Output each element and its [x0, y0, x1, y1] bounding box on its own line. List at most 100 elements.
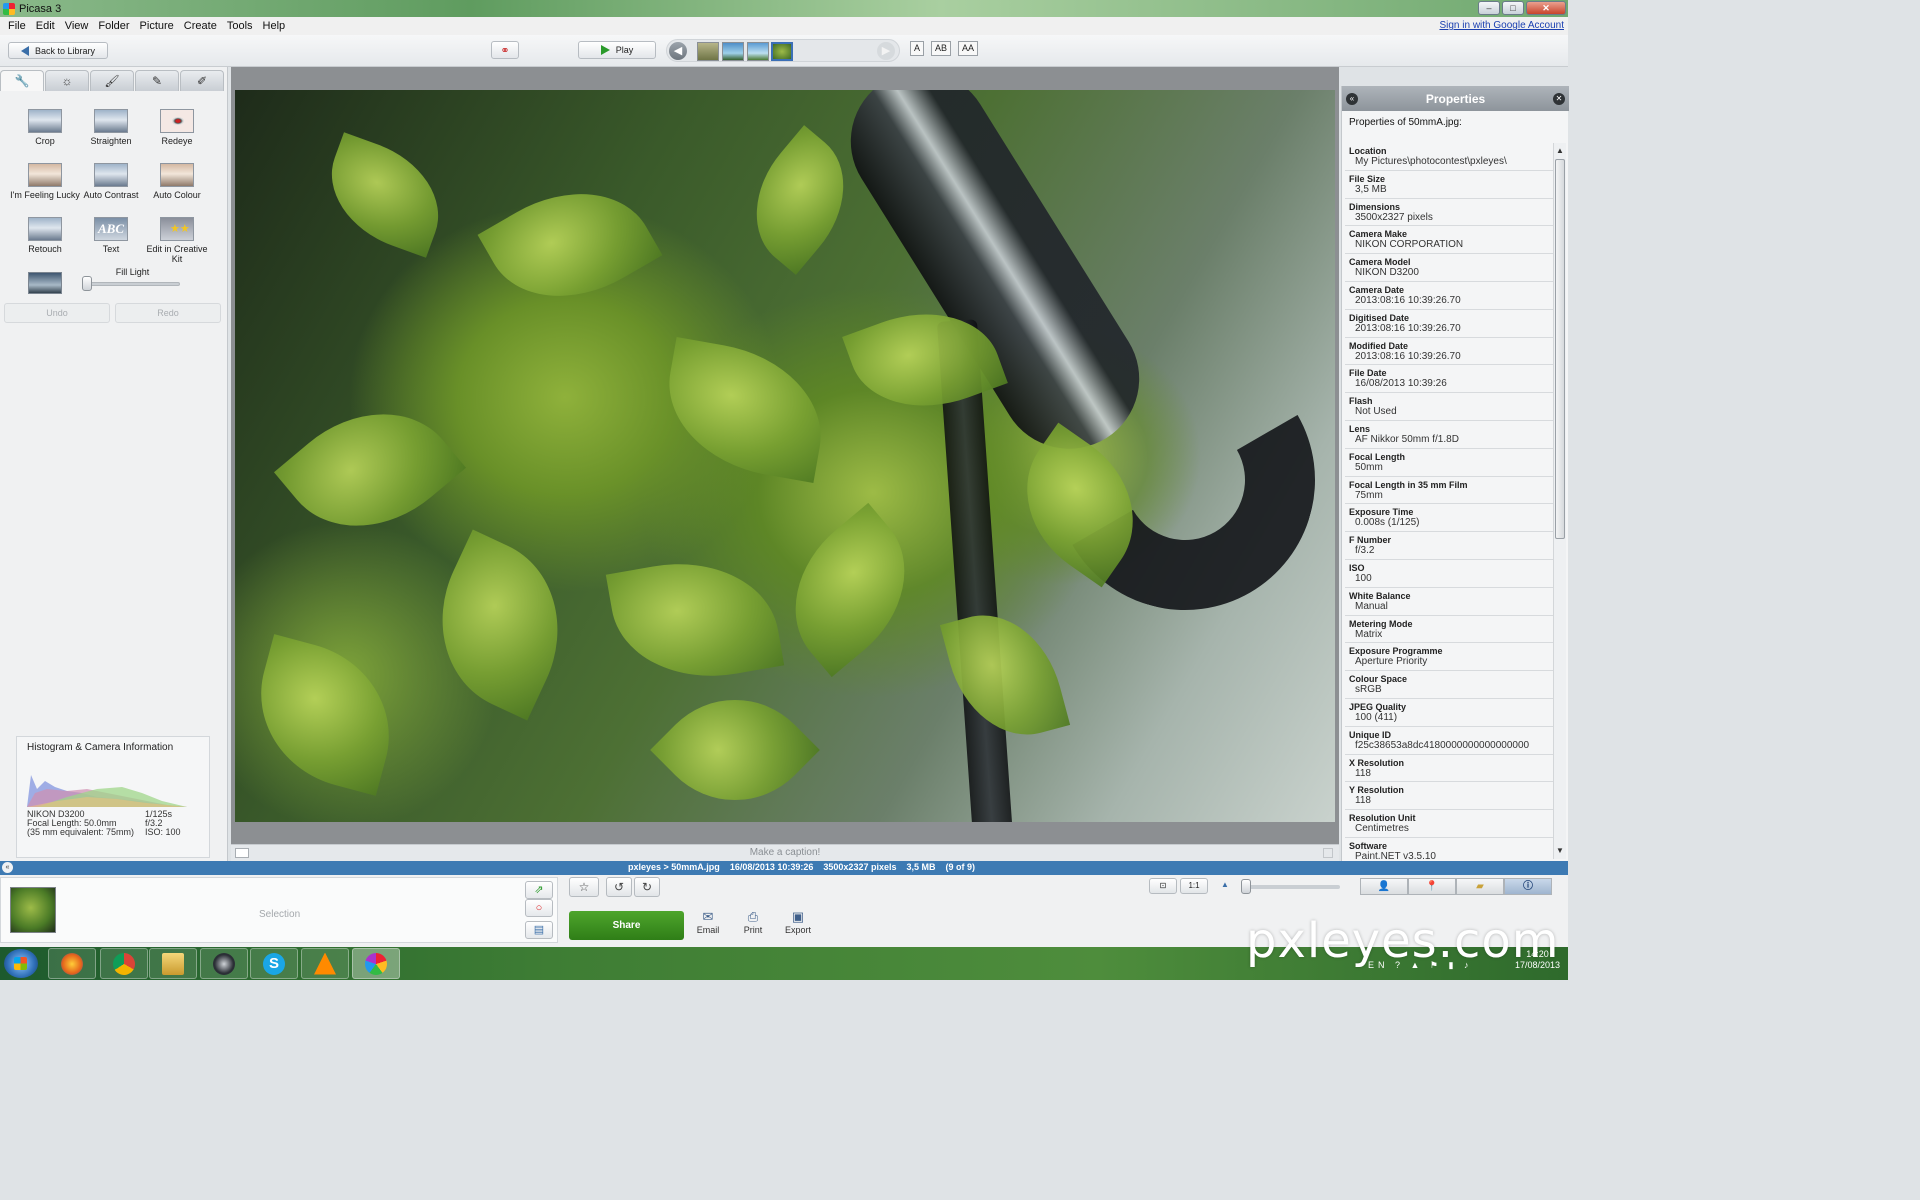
menu-file[interactable]: File [3, 20, 31, 32]
close-panel-icon[interactable]: ✕ [1553, 93, 1565, 105]
taskbar-steam[interactable] [200, 948, 248, 979]
3d-glasses-button[interactable]: ⚭ [491, 41, 519, 59]
picasa-icon [3, 2, 15, 15]
taskbar-chrome[interactable] [100, 948, 148, 979]
rotate-right-button[interactable]: ↻ [634, 877, 660, 897]
wrench-icon: 🔧 [14, 74, 30, 88]
filmstrip-thumb[interactable] [697, 42, 719, 61]
straighten-tool[interactable]: Straighten [76, 109, 146, 146]
filmstrip-thumb[interactable] [722, 42, 744, 61]
crop-tool[interactable]: Crop [10, 109, 80, 146]
places-tab[interactable]: 📍 [1408, 878, 1456, 895]
maximize-button[interactable]: □ [1502, 1, 1524, 15]
sign-in-link[interactable]: Sign in with Google Account [1439, 20, 1564, 31]
print-icon: ⎙ [747, 909, 759, 924]
property-value: 0.008s (1/125) [1355, 517, 1420, 529]
hold-pin-button[interactable]: ⇗ [525, 881, 553, 899]
properties-tab[interactable]: ⓘ [1504, 878, 1552, 895]
menu-create[interactable]: Create [179, 20, 222, 32]
zoom-icon: ▲ [1221, 880, 1229, 889]
caption-mode-aa[interactable]: AA [958, 41, 979, 56]
tags-tab[interactable]: ▰ [1456, 878, 1504, 895]
main-photo[interactable] [235, 90, 1335, 822]
taskbar-firefox[interactable] [48, 948, 96, 979]
property-label: Exposure Programme [1349, 646, 1443, 657]
property-value: Paint.NET v3.5.10 [1355, 850, 1436, 861]
photo-leaf [761, 502, 939, 678]
previous-photo-button[interactable]: ◀ [669, 42, 687, 60]
effects-tab-3[interactable]: ✐ [180, 70, 224, 91]
map-pin-icon: 📍 [1425, 881, 1439, 892]
taskbar-vlc[interactable] [301, 948, 349, 979]
scroll-down-icon[interactable]: ▼ [1554, 845, 1566, 857]
taskbar-picasa[interactable] [352, 948, 400, 979]
taskbar-explorer[interactable] [149, 948, 197, 979]
property-value: sRGB [1355, 684, 1382, 696]
menu-edit[interactable]: Edit [31, 20, 60, 32]
vlc-icon [314, 952, 336, 975]
retouch-tool[interactable]: Retouch [10, 217, 80, 254]
property-label: Y Resolution [1349, 785, 1404, 796]
histogram-title: Histogram & Camera Information [27, 742, 174, 753]
next-photo-button[interactable]: ▶ [877, 42, 895, 60]
property-label: Unique ID [1349, 729, 1391, 740]
tray-thumbnail[interactable] [10, 887, 56, 933]
taskbar-skype[interactable]: S [250, 948, 298, 979]
caption-options-icon[interactable] [1323, 848, 1333, 858]
menu-help[interactable]: Help [258, 20, 291, 32]
export-button[interactable]: ▣ Export [778, 909, 818, 935]
menu-tools[interactable]: Tools [222, 20, 258, 32]
menu-view[interactable]: View [60, 20, 94, 32]
basic-fixes-tab[interactable]: 🔧 [0, 70, 44, 91]
menu-picture[interactable]: Picture [135, 20, 179, 32]
scroll-up-icon[interactable]: ▲ [1554, 145, 1566, 157]
tuning-tab[interactable]: ☼ [45, 70, 89, 91]
fill-light-slider-handle[interactable] [82, 276, 92, 291]
rotate-left-button[interactable]: ↺ [606, 877, 632, 897]
creative-kit-tool[interactable]: Edit in Creative Kit [142, 217, 212, 264]
menu-folder[interactable]: Folder [93, 20, 134, 32]
email-button[interactable]: ✉ Email [688, 909, 728, 935]
scrollbar-thumb[interactable] [1555, 159, 1565, 539]
add-to-album-button[interactable]: ▤ [525, 921, 553, 939]
share-button[interactable]: Share [569, 911, 684, 940]
close-button[interactable]: ✕ [1526, 1, 1566, 15]
redo-button[interactable]: Redo [115, 303, 221, 323]
property-value: 50mm [1355, 461, 1383, 473]
start-button[interactable] [4, 949, 38, 978]
property-value: Centimetres [1355, 823, 1409, 835]
effects-tab-2[interactable]: ✎ [135, 70, 179, 91]
text-tool[interactable]: ABC Text [76, 217, 146, 254]
caption-mode-a[interactable]: A [910, 41, 925, 56]
feeling-lucky-tool[interactable]: I'm Feeling Lucky [6, 163, 84, 200]
star-button[interactable]: ☆ [569, 877, 599, 897]
redeye-tool[interactable]: Redeye [142, 109, 212, 146]
fill-light-slider[interactable] [84, 282, 180, 286]
caption-input[interactable]: Make a caption! [231, 847, 1339, 858]
actual-size-button[interactable]: 1:1 [1180, 878, 1208, 894]
collapse-tray-icon[interactable]: « [2, 862, 13, 873]
undo-button[interactable]: Undo [4, 303, 110, 323]
property-row: Y Resolution 118 [1345, 782, 1553, 811]
print-button[interactable]: ⎙ Print [733, 909, 773, 935]
brush-icon: 🖌 [104, 74, 120, 88]
filmstrip-thumb[interactable] [747, 42, 769, 61]
property-row: File Size 3,5 MB [1345, 171, 1553, 199]
effects-tab[interactable]: 🖌 [90, 70, 134, 91]
back-to-library-button[interactable]: Back to Library [8, 42, 108, 59]
filmstrip-thumb-selected[interactable] [771, 42, 793, 61]
auto-contrast-tool[interactable]: Auto Contrast [76, 163, 146, 200]
clear-selection-button[interactable]: ○ [525, 899, 553, 917]
property-row: Modified Date 2013:08:16 10:39:26.70 [1345, 338, 1553, 366]
play-slideshow-button[interactable]: Play [578, 41, 656, 59]
zoom-slider[interactable] [1244, 885, 1340, 889]
status-date: 16/08/2013 10:39:26 [729, 862, 814, 872]
fit-view-button[interactable]: ⊡ [1149, 878, 1177, 894]
properties-scrollbar[interactable]: ▲ ▼ [1553, 143, 1566, 859]
caption-mode-ab[interactable]: AB [931, 41, 952, 56]
toolbar: Back to Library ⚭ Play ◀ ▶ A AB AA [0, 35, 1568, 67]
minimize-button[interactable]: – [1478, 1, 1500, 15]
people-tab[interactable]: 👤 [1360, 878, 1408, 895]
auto-colour-tool[interactable]: Auto Colour [142, 163, 212, 200]
zoom-slider-handle[interactable] [1241, 879, 1251, 894]
